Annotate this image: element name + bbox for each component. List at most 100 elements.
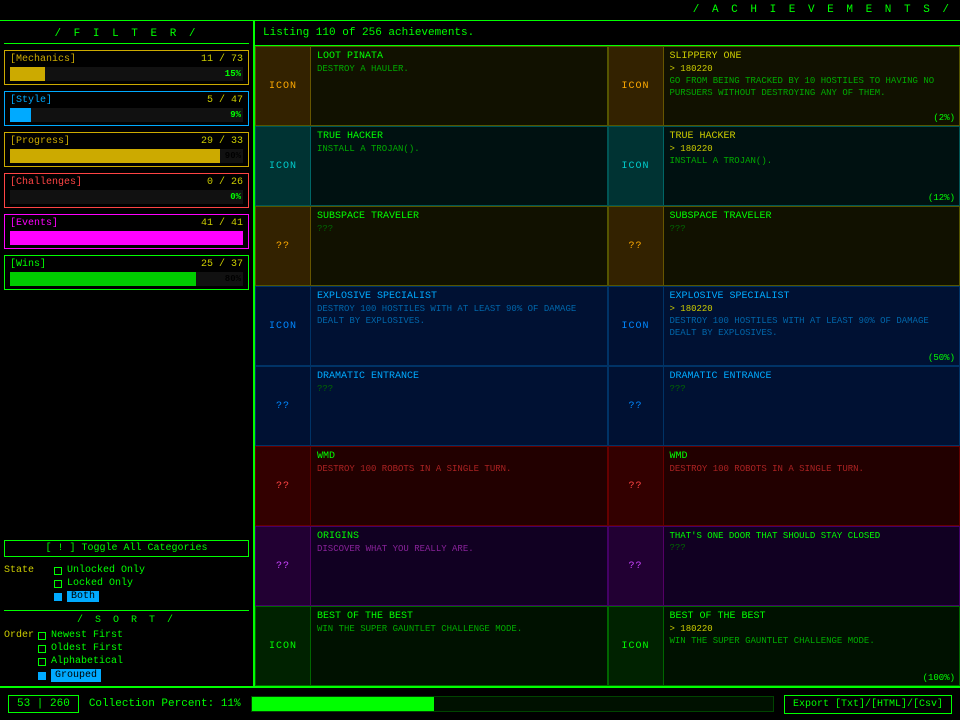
- achievement-icon-wmd1: ??: [256, 447, 311, 525]
- achievement-desc-subspace1: ???: [317, 224, 601, 236]
- challenges-label: [Challenges] 0 / 26: [10, 177, 243, 188]
- achievement-desc-best1: Win the Super Gauntlet challenge mode.: [317, 624, 601, 636]
- best2-icon: ICON: [621, 641, 649, 652]
- achievement-name-subspace1: Subspace Traveler: [317, 211, 601, 222]
- achievement-icon-loot: ICON: [256, 47, 311, 125]
- sort-newest-label: Newest First: [51, 630, 123, 641]
- achievement-door[interactable]: ?? That's One Door That Should Stay Clos…: [608, 526, 960, 606]
- state-unlocked-label: Unlocked Only: [67, 565, 145, 576]
- sort-newest[interactable]: Newest First: [38, 630, 123, 641]
- sort-alpha-dot: [38, 658, 46, 666]
- sort-grouped-label: Grouped: [51, 669, 101, 682]
- explosive1-icon: ICON: [269, 321, 297, 332]
- page-title: / A C H I E V E M E N T S /: [693, 4, 952, 16]
- progress-bar-container: 90%: [10, 149, 243, 163]
- style-bar-container: 9%: [10, 108, 243, 122]
- mechanics-bar-container: 15%: [10, 67, 243, 81]
- achievement-info-slippery: Slippery One > 180220 Go from being trac…: [664, 47, 960, 125]
- achievement-icon-hacker1: ICON: [256, 127, 311, 205]
- achievement-origins[interactable]: ?? Origins Discover what you really are.: [255, 526, 608, 606]
- top-bar: / A C H I E V E M E N T S /: [0, 0, 960, 21]
- slippery-progress: > 180220: [670, 64, 954, 74]
- style-label: [Style] 5 / 47: [10, 95, 243, 106]
- filter-style[interactable]: [Style] 5 / 47 9%: [4, 91, 249, 126]
- achievement-best2[interactable]: ICON Best of the Best > 180220 Win the S…: [608, 606, 960, 686]
- achievement-icon-best1: ICON: [256, 607, 311, 685]
- achievement-name-hacker2: True Hacker: [670, 131, 954, 142]
- achievement-subspace1[interactable]: ?? Subspace Traveler ???: [255, 206, 608, 286]
- achievement-icon-wmd2: ??: [609, 447, 664, 525]
- achievement-name-door: That's One Door That Should Stay Closed: [670, 531, 954, 541]
- achievement-explosive1[interactable]: ICON Explosive Specialist Destroy 100 ho…: [255, 286, 608, 366]
- bottom-count: 53 | 260: [8, 695, 79, 713]
- wins-bar: [10, 272, 196, 286]
- subspace1-icon: ??: [276, 241, 290, 252]
- achievement-hacker2[interactable]: ICON True Hacker > 180220 Install a Troj…: [608, 126, 960, 206]
- state-both-label: Both: [67, 591, 99, 602]
- achievement-explosive2[interactable]: ICON Explosive Specialist > 180220 Destr…: [608, 286, 960, 366]
- best2-progress: > 180220: [670, 624, 954, 634]
- achievement-info-best2: Best of the Best > 180220 Win the Super …: [664, 607, 960, 685]
- achievement-name-loot: Loot Pinata: [317, 51, 601, 62]
- sort-section: / S O R T / Order Newest First Oldest Fi…: [4, 610, 249, 682]
- sort-grouped[interactable]: Grouped: [38, 669, 123, 682]
- achievement-desc-hacker1: Install a Trojan().: [317, 144, 601, 156]
- achievement-wmd2[interactable]: ?? WMD Destroy 100 robots in a single tu…: [608, 446, 960, 526]
- filter-challenges[interactable]: [Challenges] 0 / 26 0%: [4, 173, 249, 208]
- events-bar-container: [10, 231, 243, 245]
- export-button[interactable]: Export [Txt]/[HTML]/[Csv]: [784, 695, 952, 714]
- explosive2-progress: > 180220: [670, 304, 954, 314]
- achievement-loot-pinata[interactable]: ICON Loot Pinata Destroy a Hauler.: [255, 46, 608, 126]
- achievement-desc-dramatic2: ???: [670, 384, 954, 396]
- sort-grouped-dot: [38, 672, 46, 680]
- achievement-info-dramatic1: Dramatic Entrance ???: [311, 367, 607, 445]
- hacker1-icon: ICON: [269, 161, 297, 172]
- wins-bar-container: 80%: [10, 272, 243, 286]
- events-bar: [10, 231, 243, 245]
- state-unlocked[interactable]: Unlocked Only: [54, 565, 145, 576]
- achievement-info-explosive2: Explosive Specialist > 180220 Destroy 10…: [664, 287, 960, 365]
- achievement-best1[interactable]: ICON Best of the Best Win the Super Gaun…: [255, 606, 608, 686]
- filter-events[interactable]: [Events] 41 / 41: [4, 214, 249, 249]
- bottom-bar: 53 | 260 Collection Percent: 11% Export …: [0, 686, 960, 720]
- achievement-desc-door: ???: [670, 543, 954, 555]
- sort-oldest[interactable]: Oldest First: [38, 643, 123, 654]
- loot-icon: ICON: [269, 81, 297, 92]
- achievement-info-explosive1: Explosive Specialist Destroy 100 hostile…: [311, 287, 607, 365]
- sort-alpha[interactable]: Alphabetical: [38, 656, 123, 667]
- sort-title: / S O R T /: [4, 615, 249, 626]
- achievement-desc-wmd1: Destroy 100 robots in a single turn.: [317, 464, 601, 476]
- achievement-desc-slippery: Go from being tracked by 10 hostiles to …: [670, 76, 954, 99]
- sort-newest-dot: [38, 632, 46, 640]
- subspace2-icon: ??: [628, 241, 642, 252]
- achievement-wmd1[interactable]: ?? WMD Destroy 100 robots in a single tu…: [255, 446, 608, 526]
- achievement-name-dramatic1: Dramatic Entrance: [317, 371, 601, 382]
- slippery-icon: ICON: [621, 81, 649, 92]
- filter-mechanics[interactable]: [Mechanics] 11 / 73 15%: [4, 50, 249, 85]
- explosive2-icon: ICON: [621, 321, 649, 332]
- achievement-dramatic2[interactable]: ?? Dramatic Entrance ???: [608, 366, 960, 446]
- achievement-info-origins: Origins Discover what you really are.: [311, 527, 607, 605]
- achievement-slippery[interactable]: ICON Slippery One > 180220 Go from being…: [608, 46, 960, 126]
- toggle-categories-button[interactable]: [ ! ] Toggle All Categories: [4, 540, 249, 557]
- style-pct: 9%: [230, 108, 241, 122]
- state-locked[interactable]: Locked Only: [54, 578, 145, 589]
- radio-unlocked-dot: [54, 567, 62, 575]
- filter-title: / F I L T E R /: [4, 25, 249, 44]
- explosive2-pct: (50%): [928, 353, 955, 363]
- origins-icon: ??: [276, 561, 290, 572]
- filter-wins[interactable]: [Wins] 25 / 37 80%: [4, 255, 249, 290]
- achievement-desc-origins: Discover what you really are.: [317, 544, 601, 556]
- achievement-info-subspace2: Subspace Traveler ???: [664, 207, 960, 285]
- dramatic2-icon: ??: [628, 401, 642, 412]
- state-section: State Unlocked Only Locked Only Both: [4, 565, 249, 602]
- state-both[interactable]: Both: [54, 591, 145, 602]
- achievement-info-dramatic2: Dramatic Entrance ???: [664, 367, 960, 445]
- achievement-dramatic1[interactable]: ?? Dramatic Entrance ???: [255, 366, 608, 446]
- achievement-subspace2[interactable]: ?? Subspace Traveler ???: [608, 206, 960, 286]
- progress-label: [Progress] 29 / 33: [10, 136, 243, 147]
- achievement-name-dramatic2: Dramatic Entrance: [670, 371, 954, 382]
- filter-progress[interactable]: [Progress] 29 / 33 90%: [4, 132, 249, 167]
- achievement-hacker1[interactable]: ICON True Hacker Install a Trojan().: [255, 126, 608, 206]
- achievement-icon-best2: ICON: [609, 607, 664, 685]
